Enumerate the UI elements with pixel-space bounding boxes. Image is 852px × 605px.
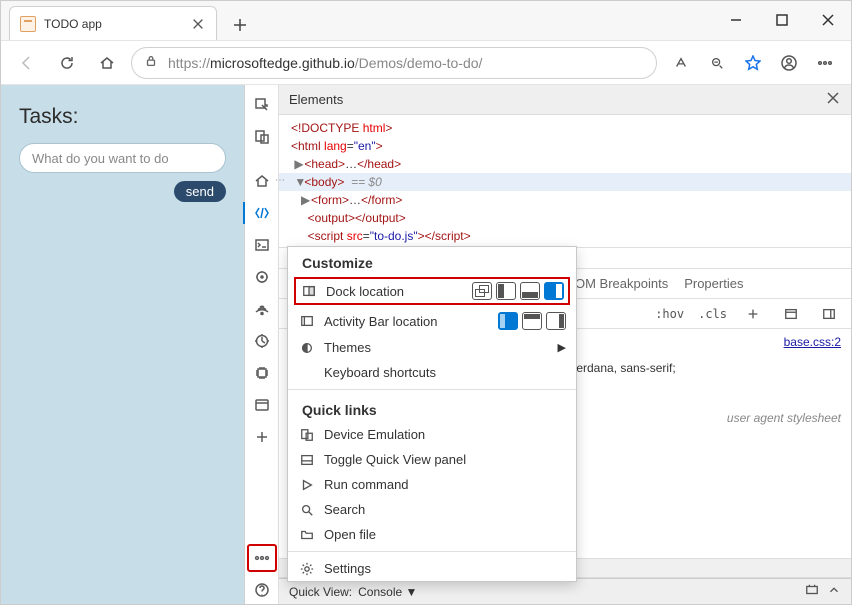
elements-tool-button[interactable] bbox=[247, 199, 277, 227]
console-tool-button[interactable] bbox=[247, 231, 277, 259]
window-minimize-button[interactable] bbox=[713, 4, 759, 36]
keyboard-shortcuts-row[interactable]: Keyboard shortcuts bbox=[288, 360, 576, 385]
settings-icon bbox=[298, 562, 316, 576]
url-input[interactable]: https://microsoftedge.github.io/Demos/de… bbox=[131, 47, 657, 79]
activity-bar-icon bbox=[298, 314, 316, 328]
activity-bar-right-button[interactable] bbox=[546, 312, 566, 330]
open-file-row[interactable]: Open file bbox=[288, 522, 576, 547]
devtools-header: Elements bbox=[279, 85, 851, 115]
quick-links-heading: Quick links bbox=[288, 394, 576, 422]
help-button[interactable] bbox=[247, 576, 277, 604]
keyboard-shortcuts-label: Keyboard shortcuts bbox=[324, 365, 566, 380]
customize-heading: Customize bbox=[288, 247, 576, 275]
dock-icon bbox=[300, 284, 318, 298]
sources-tool-button[interactable] bbox=[247, 263, 277, 291]
activity-bar-left-button[interactable] bbox=[498, 312, 518, 330]
customize-popup: Customize Dock location Activity Bar loc… bbox=[287, 246, 577, 582]
issues-button[interactable] bbox=[805, 583, 819, 600]
todo-input[interactable]: What do you want to do bbox=[19, 143, 226, 173]
toggle-sidebar-button[interactable] bbox=[813, 298, 845, 330]
dom-tree[interactable]: <!DOCTYPE html> <html lang="en"> ▶<head>… bbox=[279, 115, 851, 247]
favorite-button[interactable] bbox=[737, 47, 769, 79]
open-file-icon bbox=[298, 528, 316, 542]
new-tab-button[interactable] bbox=[225, 10, 255, 40]
customize-devtools-button[interactable] bbox=[247, 544, 277, 572]
run-command-row[interactable]: Run command bbox=[288, 472, 576, 497]
page-heading: Tasks: bbox=[19, 105, 226, 129]
reading-mode-button[interactable] bbox=[665, 47, 697, 79]
run-command-icon bbox=[298, 478, 316, 492]
dock-right-button[interactable] bbox=[544, 282, 564, 300]
submenu-arrow-icon: ▶ bbox=[558, 341, 566, 354]
subtab-dom-breakpoints[interactable]: OM Breakpoints bbox=[575, 276, 668, 291]
zoom-button[interactable] bbox=[701, 47, 733, 79]
themes-icon bbox=[298, 341, 316, 355]
nav-back-button[interactable] bbox=[11, 47, 43, 79]
quick-view-expand-button[interactable] bbox=[827, 583, 841, 600]
window-close-button[interactable] bbox=[805, 4, 851, 36]
send-button[interactable]: send bbox=[174, 181, 226, 202]
open-file-label: Open file bbox=[324, 527, 566, 542]
device-emulation-icon bbox=[298, 428, 316, 442]
themes-row[interactable]: Themes ▶ bbox=[288, 335, 576, 360]
browser-tab-bar: TODO app bbox=[1, 1, 851, 41]
quick-view-selector[interactable]: Console ▼ bbox=[358, 585, 417, 599]
device-emulation-label: Device Emulation bbox=[324, 427, 566, 442]
activity-bar-location-row[interactable]: Activity Bar location bbox=[288, 307, 576, 335]
application-tool-button[interactable] bbox=[247, 391, 277, 419]
themes-label: Themes bbox=[324, 340, 550, 355]
dock-undock-button[interactable] bbox=[472, 282, 492, 300]
search-icon bbox=[298, 503, 316, 517]
window-maximize-button[interactable] bbox=[759, 4, 805, 36]
device-emulation-row[interactable]: Device Emulation bbox=[288, 422, 576, 447]
dock-location-row[interactable]: Dock location bbox=[294, 277, 570, 305]
computed-styles-button[interactable] bbox=[775, 298, 807, 330]
dock-bottom-button[interactable] bbox=[520, 282, 540, 300]
devtools-panel-title: Elements bbox=[289, 92, 343, 107]
tab-title: TODO app bbox=[44, 17, 102, 31]
run-command-label: Run command bbox=[324, 477, 566, 492]
inspect-element-button[interactable] bbox=[247, 91, 277, 119]
todo-placeholder: What do you want to do bbox=[32, 151, 169, 166]
address-bar: https://microsoftedge.github.io/Demos/de… bbox=[1, 41, 851, 85]
quick-view-label: Quick View: bbox=[289, 585, 352, 599]
nav-refresh-button[interactable] bbox=[51, 47, 83, 79]
dock-location-label: Dock location bbox=[326, 284, 464, 299]
cls-toggle[interactable]: .cls bbox=[694, 305, 731, 323]
css-source-link[interactable]: base.css:2 bbox=[784, 335, 841, 349]
css-fragment: Verdana, sans-serif; bbox=[569, 361, 676, 375]
new-style-rule-button[interactable] bbox=[737, 298, 769, 330]
settings-label: Settings bbox=[324, 561, 566, 576]
device-toggle-button[interactable] bbox=[247, 123, 277, 151]
toggle-quickview-label: Toggle Quick View panel bbox=[324, 452, 566, 467]
lock-icon bbox=[144, 54, 158, 71]
hov-toggle[interactable]: :hov bbox=[651, 305, 688, 323]
settings-row[interactable]: Settings bbox=[288, 556, 576, 581]
toggle-quickview-row[interactable]: Toggle Quick View panel bbox=[288, 447, 576, 472]
favicon-icon bbox=[20, 16, 36, 32]
search-label: Search bbox=[324, 502, 566, 517]
profile-button[interactable] bbox=[773, 47, 805, 79]
welcome-tool-button[interactable] bbox=[247, 167, 277, 195]
tab-close-button[interactable] bbox=[190, 16, 206, 32]
rendered-page: Tasks: What do you want to do send bbox=[1, 85, 244, 604]
selected-node-marker: == $0 bbox=[351, 175, 382, 189]
performance-tool-button[interactable] bbox=[247, 327, 277, 355]
toggle-quickview-icon bbox=[298, 453, 316, 467]
nav-home-button[interactable] bbox=[91, 47, 123, 79]
memory-tool-button[interactable] bbox=[247, 359, 277, 387]
network-tool-button[interactable] bbox=[247, 295, 277, 323]
browser-tab[interactable]: TODO app bbox=[9, 6, 217, 40]
url-text: https://microsoftedge.github.io/Demos/de… bbox=[168, 55, 482, 71]
dock-left-button[interactable] bbox=[496, 282, 516, 300]
search-row[interactable]: Search bbox=[288, 497, 576, 522]
subtab-properties[interactable]: Properties bbox=[684, 276, 743, 291]
activity-bar-location-label: Activity Bar location bbox=[324, 314, 490, 329]
activity-bar-top-button[interactable] bbox=[522, 312, 542, 330]
more-tools-button[interactable] bbox=[247, 423, 277, 451]
activity-bar bbox=[245, 85, 279, 604]
overflow-menu-button[interactable] bbox=[809, 47, 841, 79]
devtools-close-button[interactable] bbox=[825, 90, 841, 109]
